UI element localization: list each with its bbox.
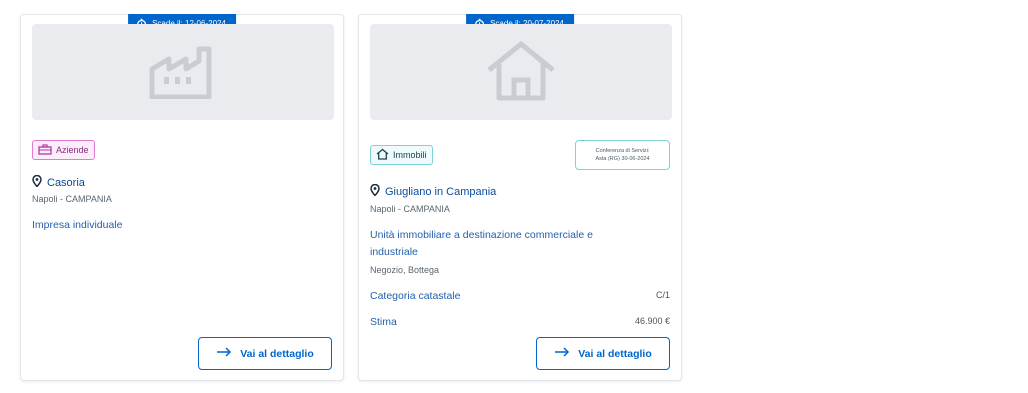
auction-note-date: Asta (RG) 30-06-2024	[595, 156, 650, 162]
category-badge-aziende: Aziende	[32, 140, 95, 160]
listing-card[interactable]: Scade il: 20-07-2024 Immobili Conferenza…	[358, 14, 682, 381]
detail-button[interactable]: Vai al dettaglio	[536, 337, 670, 370]
house-icon	[483, 38, 559, 107]
category-badge-immobili: Immobili	[370, 145, 433, 165]
property-subtype: Negozio, Bottega	[370, 265, 440, 275]
category-label: Immobili	[393, 150, 427, 160]
category-label: Aziende	[56, 145, 89, 155]
briefcase-icon	[38, 143, 52, 157]
estimate-label: Stima	[370, 316, 397, 328]
estimate-row: Stima 46.900 €	[370, 316, 670, 328]
cadastral-label: Categoria catastale	[370, 290, 461, 302]
arrow-right-icon	[554, 347, 570, 360]
location: Casoria	[32, 174, 85, 190]
map-pin-icon	[32, 174, 42, 190]
province-text: Napoli - CAMPANIA	[32, 194, 112, 204]
detail-button[interactable]: Vai al dettaglio	[198, 337, 332, 370]
listing-image-placeholder	[370, 24, 672, 120]
factory-icon	[147, 41, 219, 104]
auction-note-title: Conferenza di Servizi:	[595, 148, 650, 154]
arrow-right-icon	[216, 347, 232, 360]
cadastral-value: C/1	[655, 290, 670, 300]
cadastral-category-row: Categoria catastale C/1	[370, 290, 670, 302]
map-pin-icon	[370, 183, 380, 199]
province-text: Napoli - CAMPANIA	[370, 204, 450, 214]
detail-button-label: Vai al dettaglio	[578, 347, 652, 360]
listing-image-placeholder	[32, 24, 334, 120]
city-name: Casoria	[47, 176, 85, 189]
listing-card[interactable]: Scade il: 12-06-2024 Aziende Casoria Nap…	[20, 14, 344, 381]
city-name: Giugliano in Campania	[385, 185, 497, 198]
location: Giugliano in Campania	[370, 183, 497, 199]
detail-button-label: Vai al dettaglio	[240, 347, 314, 360]
auction-info-box: Conferenza di Servizi: Asta (RG) 30-06-2…	[575, 140, 670, 170]
listing-description: Impresa individuale	[32, 219, 123, 231]
listing-description: Unità immobiliare a destinazione commerc…	[370, 229, 593, 258]
home-icon	[376, 148, 389, 162]
estimate-value: 46.900 €	[634, 316, 670, 326]
